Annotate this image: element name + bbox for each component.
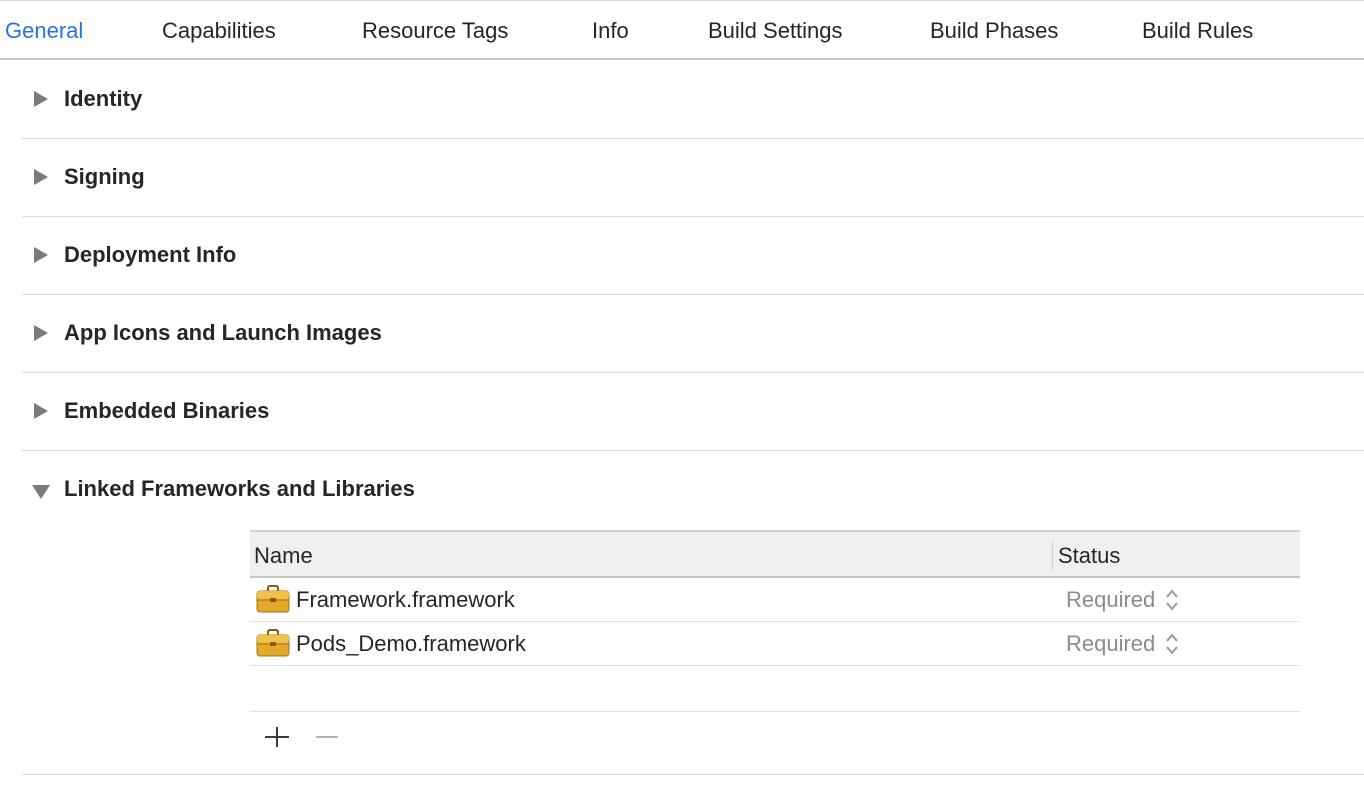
- tab-capabilities[interactable]: Capabilities: [162, 18, 276, 44]
- table-toolbar: [250, 712, 1300, 760]
- status-popup[interactable]: Required: [1066, 631, 1155, 657]
- framework-name: Pods_Demo.framework: [296, 631, 526, 656]
- table-empty-area[interactable]: [250, 666, 1300, 712]
- disclosure-right-icon[interactable]: [34, 403, 48, 419]
- section-deployment-info[interactable]: Deployment Info: [22, 217, 1364, 295]
- section-signing[interactable]: Signing: [22, 139, 1364, 217]
- updown-chevron-icon[interactable]: [1164, 631, 1180, 657]
- column-divider[interactable]: [1052, 540, 1053, 570]
- framework-name: Framework.framework: [296, 587, 515, 612]
- minus-icon[interactable]: [312, 724, 342, 750]
- table-header: Name Status: [250, 530, 1300, 578]
- disclosure-down-icon[interactable]: [32, 485, 50, 499]
- section-title: Embedded Binaries: [64, 398, 270, 423]
- column-header-status[interactable]: Status: [1058, 543, 1120, 569]
- tab-build-settings[interactable]: Build Settings: [708, 18, 843, 44]
- table-row[interactable]: Framework.framework Required: [250, 578, 1300, 622]
- updown-chevron-icon[interactable]: [1164, 587, 1180, 613]
- column-header-name[interactable]: Name: [254, 543, 313, 569]
- section-identity[interactable]: Identity: [22, 61, 1364, 139]
- tab-general[interactable]: General: [5, 18, 83, 44]
- disclosure-right-icon[interactable]: [34, 247, 48, 263]
- section-app-icons[interactable]: App Icons and Launch Images: [22, 295, 1364, 373]
- section-title: Deployment Info: [64, 242, 237, 267]
- briefcase-icon: [256, 585, 290, 613]
- section-divider: [22, 774, 1364, 775]
- table-row[interactable]: Pods_Demo.framework Required: [250, 622, 1300, 666]
- tab-info[interactable]: Info: [592, 18, 629, 44]
- tab-build-phases[interactable]: Build Phases: [930, 18, 1058, 44]
- section-title: App Icons and Launch Images: [64, 320, 382, 345]
- section-title: Identity: [64, 86, 143, 111]
- disclosure-right-icon[interactable]: [34, 169, 48, 185]
- tab-bar: General Capabilities Resource Tags Info …: [0, 0, 1364, 60]
- tab-resource-tags[interactable]: Resource Tags: [362, 18, 508, 44]
- section-title: Signing: [64, 164, 145, 189]
- section-embedded-binaries[interactable]: Embedded Binaries: [22, 373, 1364, 451]
- frameworks-table: Name Status Framework.framework Required: [250, 530, 1300, 760]
- section-title: Linked Frameworks and Libraries: [64, 476, 415, 501]
- disclosure-right-icon[interactable]: [34, 325, 48, 341]
- section-linked-frameworks[interactable]: Linked Frameworks and Libraries: [22, 451, 1364, 529]
- briefcase-icon: [256, 629, 290, 657]
- project-editor: General Capabilities Resource Tags Info …: [0, 0, 1364, 808]
- plus-icon[interactable]: [262, 724, 292, 750]
- disclosure-right-icon[interactable]: [34, 91, 48, 107]
- tab-build-rules[interactable]: Build Rules: [1142, 18, 1253, 44]
- status-popup[interactable]: Required: [1066, 587, 1155, 613]
